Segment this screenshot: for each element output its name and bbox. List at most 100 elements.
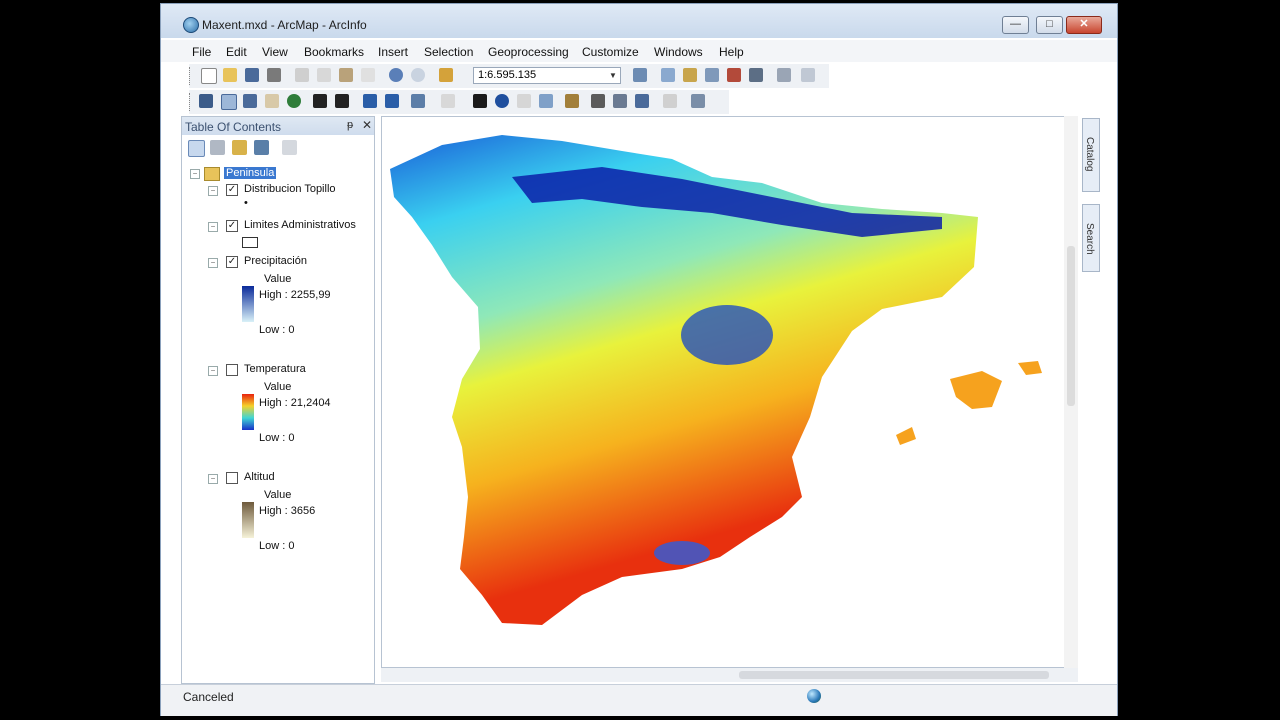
list-by-source-icon[interactable] xyxy=(210,140,225,155)
menu-bar: File Edit View Bookmarks Insert Selectio… xyxy=(161,40,1117,62)
layer-name-precipitacion[interactable]: Precipitación xyxy=(244,255,307,267)
search-window-icon[interactable] xyxy=(705,68,719,82)
new-document-icon[interactable] xyxy=(201,68,217,84)
select-features-icon[interactable] xyxy=(411,94,425,108)
legend-title: Value xyxy=(264,381,292,393)
print-icon[interactable] xyxy=(267,68,281,82)
layer-checkbox-limites[interactable]: ✓ xyxy=(226,220,238,232)
horizontal-scrollbar[interactable] xyxy=(381,668,1078,682)
legend-high: High : 3656 xyxy=(259,505,316,517)
scroll-thumb[interactable] xyxy=(739,671,1049,679)
toc-tree: − Peninsula − ✓ Distribucion Topillo • −… xyxy=(182,161,374,681)
time-slider-icon[interactable] xyxy=(663,94,677,108)
list-by-selection-icon[interactable] xyxy=(254,140,269,155)
options-icon[interactable] xyxy=(282,140,297,155)
layer-name-distribucion[interactable]: Distribucion Topillo xyxy=(244,183,336,195)
zoom-out-icon[interactable] xyxy=(221,94,237,110)
find-icon[interactable] xyxy=(591,94,605,108)
layer-name-temperatura[interactable]: Temperatura xyxy=(244,363,306,375)
open-folder-icon[interactable] xyxy=(223,68,237,82)
legend-title: Value xyxy=(264,273,292,285)
precipitacion-color-ramp xyxy=(242,286,254,322)
layer-name-altitud[interactable]: Altitud xyxy=(244,471,275,483)
maximize-button[interactable]: □ xyxy=(1036,16,1063,34)
menu-edit[interactable]: Edit xyxy=(226,45,247,59)
model-builder-icon[interactable] xyxy=(777,68,791,82)
find-route-icon[interactable] xyxy=(613,94,627,108)
collapse-icon[interactable]: − xyxy=(208,366,218,376)
legend-low: Low : 0 xyxy=(259,432,295,444)
redo-icon[interactable] xyxy=(411,68,425,82)
scroll-thumb[interactable] xyxy=(1067,246,1075,406)
search-tab[interactable]: Search xyxy=(1082,204,1100,272)
menu-help[interactable]: Help xyxy=(719,45,744,59)
menu-bookmarks[interactable]: Bookmarks xyxy=(304,45,364,59)
whats-this-icon[interactable] xyxy=(801,68,815,82)
map-display[interactable] xyxy=(381,116,1067,668)
forward-extent-icon[interactable] xyxy=(385,94,399,108)
collapse-icon[interactable]: − xyxy=(190,169,200,179)
toc-window-icon[interactable] xyxy=(661,68,675,82)
menu-windows[interactable]: Windows xyxy=(654,45,703,59)
menu-selection[interactable]: Selection xyxy=(424,45,473,59)
chevron-down-icon[interactable]: ▼ xyxy=(609,71,617,80)
zoom-in-icon[interactable] xyxy=(199,94,213,108)
hyperlink-icon[interactable] xyxy=(517,94,531,108)
point-symbol: • xyxy=(244,197,248,209)
paste-icon[interactable] xyxy=(339,68,353,82)
collapse-icon[interactable]: − xyxy=(208,222,218,232)
go-to-xy-icon[interactable] xyxy=(635,94,649,108)
vertical-scrollbar[interactable] xyxy=(1064,116,1078,668)
delete-icon[interactable] xyxy=(361,68,375,82)
full-extent-icon[interactable] xyxy=(287,94,301,108)
arctoolbox-icon[interactable] xyxy=(727,68,741,82)
clear-selection-icon[interactable] xyxy=(441,94,455,108)
central-mountain-wet-zone xyxy=(681,305,773,365)
fixed-zoom-in-icon[interactable] xyxy=(313,94,327,108)
save-icon[interactable] xyxy=(245,68,259,82)
menu-file[interactable]: File xyxy=(192,45,211,59)
layer-checkbox-altitud[interactable] xyxy=(226,472,238,484)
menu-customize[interactable]: Customize xyxy=(582,45,639,59)
add-data-icon[interactable] xyxy=(439,68,453,82)
create-viewer-icon[interactable] xyxy=(691,94,705,108)
legend-high: High : 21,2404 xyxy=(259,397,331,409)
catalog-tab[interactable]: Catalog xyxy=(1082,118,1100,192)
map-scale-input[interactable]: 1:6.595.135 xyxy=(473,67,621,84)
pin-icon[interactable]: ᵽ xyxy=(347,119,353,131)
minimize-button[interactable]: — xyxy=(1002,16,1029,34)
fixed-zoom-icon[interactable] xyxy=(243,94,257,108)
html-popup-icon[interactable] xyxy=(539,94,553,108)
toolbar-grip[interactable] xyxy=(189,93,193,111)
menu-geoprocessing[interactable]: Geoprocessing xyxy=(488,45,569,59)
measure-icon[interactable] xyxy=(565,94,579,108)
close-icon[interactable]: ✕ xyxy=(362,118,372,132)
balearic-islands xyxy=(896,361,1042,445)
python-window-icon[interactable] xyxy=(749,68,763,82)
cut-icon[interactable] xyxy=(295,68,309,82)
toolbar-grip[interactable] xyxy=(189,67,193,85)
close-button[interactable]: ✕ xyxy=(1066,16,1102,34)
layer-checkbox-distribucion[interactable]: ✓ xyxy=(226,184,238,196)
collapse-icon[interactable]: − xyxy=(208,186,218,196)
list-by-visibility-icon[interactable] xyxy=(232,140,247,155)
menu-view[interactable]: View xyxy=(262,45,288,59)
editor-toolbar-icon[interactable] xyxy=(633,68,647,82)
layer-name-limites[interactable]: Limites Administrativos xyxy=(244,219,356,231)
identify-icon[interactable] xyxy=(495,94,509,108)
toc-header: Table Of Contents ᵽ ✕ xyxy=(182,117,374,135)
pan-icon[interactable] xyxy=(265,94,279,108)
collapse-icon[interactable]: − xyxy=(208,474,218,484)
select-elements-icon[interactable] xyxy=(473,94,487,108)
fixed-zoom-out-icon[interactable] xyxy=(335,94,349,108)
menu-insert[interactable]: Insert xyxy=(378,45,408,59)
copy-icon[interactable] xyxy=(317,68,331,82)
layer-checkbox-precipitacion[interactable]: ✓ xyxy=(226,256,238,268)
undo-icon[interactable] xyxy=(389,68,403,82)
data-frame-name[interactable]: Peninsula xyxy=(224,167,277,179)
collapse-icon[interactable]: − xyxy=(208,258,218,268)
catalog-window-icon[interactable] xyxy=(683,68,697,82)
list-by-drawing-order-icon[interactable] xyxy=(188,140,205,157)
back-extent-icon[interactable] xyxy=(363,94,377,108)
layer-checkbox-temperatura[interactable] xyxy=(226,364,238,376)
